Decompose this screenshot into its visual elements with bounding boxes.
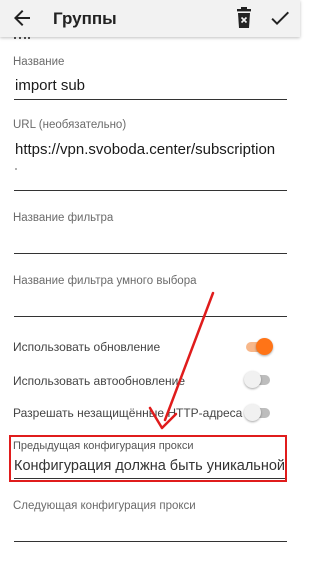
app-bar: Группы: [0, 0, 300, 37]
filter-name-underline: [14, 253, 287, 254]
arrow-back-icon[interactable]: [10, 6, 34, 30]
name-field-underline: [14, 99, 287, 100]
check-icon[interactable]: [268, 6, 292, 30]
smart-filter-name-underline: [14, 316, 287, 317]
switch-thumb: [256, 338, 273, 355]
use-update-switch[interactable]: [244, 337, 274, 357]
insecure-http-switch[interactable]: [244, 403, 274, 423]
name-label: Название: [13, 56, 65, 68]
next-proxy-label: Следующая конфигурация прокси: [13, 500, 196, 512]
switch-thumb: [244, 404, 261, 421]
page-title: Группы: [53, 9, 117, 28]
use-update-label: Использовать обновление: [13, 340, 161, 354]
switch-thumb: [244, 371, 261, 388]
settings-form: Название import sub URL (необязательно) …: [0, 0, 300, 581]
next-proxy-underline: [14, 541, 287, 542]
name-field[interactable]: import sub: [15, 77, 85, 94]
filter-name-label: Название фильтра: [13, 212, 114, 224]
smart-filter-name-label: Название фильтра умного выбора: [13, 275, 197, 287]
auto-update-label: Использовать автообновление: [13, 374, 186, 388]
url-field[interactable]: https://vpn.svoboda.center/subscription: [15, 141, 275, 158]
cursor-dot: [15, 168, 17, 170]
delete-icon[interactable]: [234, 6, 254, 30]
annotation-highlight-box: [9, 435, 287, 482]
insecure-http-label: Разрешать незащищённые HTTP-адреса: [13, 406, 243, 420]
auto-update-switch[interactable]: [244, 370, 274, 390]
url-field-underline: [14, 190, 287, 191]
url-label: URL (необязательно): [13, 119, 127, 131]
